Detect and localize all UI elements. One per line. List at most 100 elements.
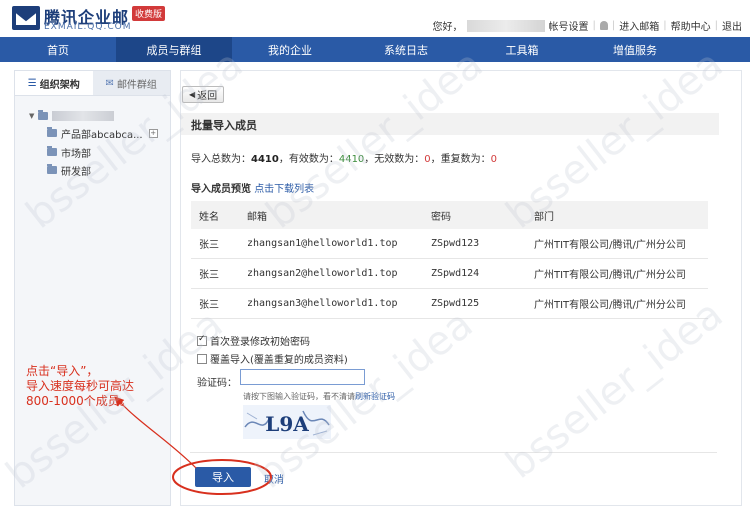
members-table: 姓名 邮箱 密码 部门 张三 zhangsan1@helloworld1.top… (191, 201, 708, 319)
folder-icon (47, 146, 57, 156)
tab-org-label: 组织架构 (39, 79, 80, 91)
first-login-checkbox[interactable] (197, 334, 207, 346)
col-department: 部门 (526, 201, 708, 229)
cell-email: zhangsan3@helloworld1.top (239, 288, 423, 319)
back-button[interactable]: ◀ 返回 (182, 86, 225, 103)
tree-item-label: 市场部 (61, 148, 91, 160)
edition-badge: 收费版 (132, 6, 166, 21)
cell-department: 广州TIT有限公司/腾讯/广州分公司 (526, 258, 708, 289)
nav-system-log[interactable]: 系统日志 (348, 37, 464, 62)
nav-home[interactable]: 首页 (0, 37, 116, 62)
folder-icon (38, 110, 49, 120)
invalid-label: ，无效数为： (364, 154, 425, 165)
expand-icon[interactable]: + (148, 128, 158, 138)
col-password: 密码 (423, 201, 526, 229)
separator: | (611, 20, 616, 31)
total-count: 4410 (251, 154, 279, 165)
table-row: 张三 zhangsan3@helloworld1.top ZSpwd125 广州… (191, 288, 708, 319)
duplicate-label: ，重复数为： (430, 154, 491, 165)
folder-icon (47, 164, 57, 174)
folder-icon (47, 127, 57, 137)
cell-name: 张三 (191, 288, 239, 319)
list-icon: ☰ (27, 77, 37, 89)
back-arrow-icon: ◀ (189, 90, 196, 99)
download-list-link[interactable]: 点击下载列表 (254, 184, 314, 195)
overwrite-option[interactable]: 覆盖导入(覆盖重复的成员资料) (197, 351, 348, 366)
captcha-label: 验证码： (197, 378, 237, 389)
captcha-graphic: L9A (244, 410, 330, 436)
table-row: 张三 zhangsan2@helloworld1.top ZSpwd124 广州… (191, 258, 708, 289)
nav-toolbox[interactable]: 工具箱 (464, 37, 580, 62)
first-login-option[interactable]: 首次登录修改初始密码 (197, 333, 310, 348)
back-label: 返回 (197, 91, 218, 102)
separator: | (592, 20, 596, 31)
refresh-captcha-link[interactable]: 刷新验证码 (355, 392, 395, 401)
enter-mail-link[interactable]: 进入邮箱 (619, 18, 659, 33)
separator: | (663, 20, 667, 31)
total-label: 导入总数为： (191, 154, 251, 165)
separator: | (714, 20, 718, 31)
tree-item-label: 研发部 (61, 166, 91, 178)
top-links: 您好， 帐号设置 | | 进入邮箱 | 帮助中心 | 退出 (432, 18, 742, 33)
captcha-image: L9A (243, 405, 331, 439)
first-login-label: 首次登录修改初始密码 (210, 337, 310, 348)
overwrite-label: 覆盖导入(覆盖重复的成员资料) (210, 355, 348, 366)
logo-icon (12, 6, 40, 30)
col-name: 姓名 (191, 201, 239, 229)
preview-header: 导入成员预览 点击下载列表 (191, 180, 314, 195)
page-title: 批量导入成员 (191, 119, 257, 132)
tab-group-label: 邮件群组 (116, 79, 157, 91)
header: 腾讯企业邮 EXMAIL.QQ.COM 收费版 您好， 帐号设置 | | 进入邮… (0, 0, 750, 36)
cell-password: ZSpwd125 (423, 288, 526, 319)
annotation-text: 点击“导入”， 导入速度每秒可高达 800-1000个成员。 (26, 364, 135, 408)
help-center-link[interactable]: 帮助中心 (671, 18, 711, 33)
cell-name: 张三 (191, 258, 239, 289)
cancel-link[interactable]: 取消 (264, 471, 284, 486)
nav-value-added[interactable]: 增值服务 (580, 37, 690, 62)
cell-email: zhangsan2@helloworld1.top (239, 258, 423, 289)
tree-item-product[interactable]: 产品部abcabca... + (15, 124, 170, 142)
mail-icon: ✉ (105, 77, 114, 89)
overwrite-checkbox[interactable] (197, 353, 207, 364)
divider (190, 452, 717, 453)
company-name-redacted (52, 111, 115, 121)
tab-mail-groups[interactable]: ✉ 邮件群组 (92, 71, 170, 95)
valid-label: ，有效数为： (278, 154, 339, 165)
valid-count: 4410 (338, 154, 365, 165)
captcha-hint-text: 请按下图输入验证码，看不清请 (243, 392, 355, 401)
table-row: 张三 zhangsan1@helloworld1.top ZSpwd123 广州… (191, 229, 708, 259)
cell-name: 张三 (191, 229, 239, 259)
cell-email: zhangsan1@helloworld1.top (239, 229, 423, 259)
duplicate-count: 0 (490, 154, 498, 165)
import-button[interactable]: 导入 (195, 467, 251, 487)
import-summary: 导入总数为：4410，有效数为：4410，无效数为：0，重复数为：0 (191, 150, 497, 165)
account-settings-link[interactable]: 帐号设置 (549, 18, 589, 33)
brand-domain: EXMAIL.QQ.COM (44, 22, 132, 32)
main-nav: 首页 成员与群组 我的企业 系统日志 工具箱 增值服务 (0, 37, 750, 62)
cell-password: ZSpwd124 (423, 258, 526, 289)
tree-item-marketing[interactable]: 市场部 (15, 143, 170, 161)
nav-my-enterprise[interactable]: 我的企业 (232, 37, 348, 62)
collapse-icon[interactable]: ▼ (29, 112, 34, 120)
nav-members-groups[interactable]: 成员与群组 (116, 37, 232, 62)
tree-item-rnd[interactable]: 研发部 (15, 161, 170, 179)
col-email: 邮箱 (239, 201, 423, 229)
table-header-row: 姓名 邮箱 密码 部门 (191, 201, 708, 229)
tree-root[interactable]: ▼ (15, 107, 170, 125)
title-bar (181, 113, 719, 135)
greeting: 您好， (432, 22, 463, 33)
cell-department: 广州TIT有限公司/腾讯/广州分公司 (526, 288, 708, 319)
notification-bell-icon[interactable] (599, 21, 608, 30)
logout-link[interactable]: 退出 (722, 18, 742, 33)
captcha-hint: 请按下图输入验证码，看不清请刷新验证码 (243, 391, 395, 402)
tab-org-structure[interactable]: ☰ 组织架构 (15, 71, 93, 95)
cell-password: ZSpwd123 (423, 229, 526, 259)
preview-label: 导入成员预览 (191, 184, 251, 195)
tree-item-label: 产品部abcabca... (61, 129, 143, 141)
sidebar-tabs: ☰ 组织架构 ✉ 邮件群组 (15, 71, 170, 96)
captcha-input[interactable] (240, 369, 365, 385)
user-name-redacted (466, 19, 545, 32)
captcha-text: L9A (265, 412, 309, 436)
cell-department: 广州TIT有限公司/腾讯/广州分公司 (526, 229, 708, 259)
sidebar: ☰ 组织架构 ✉ 邮件群组 ▼ 产品部abcabca... + 市场部 研发部 (14, 70, 171, 506)
